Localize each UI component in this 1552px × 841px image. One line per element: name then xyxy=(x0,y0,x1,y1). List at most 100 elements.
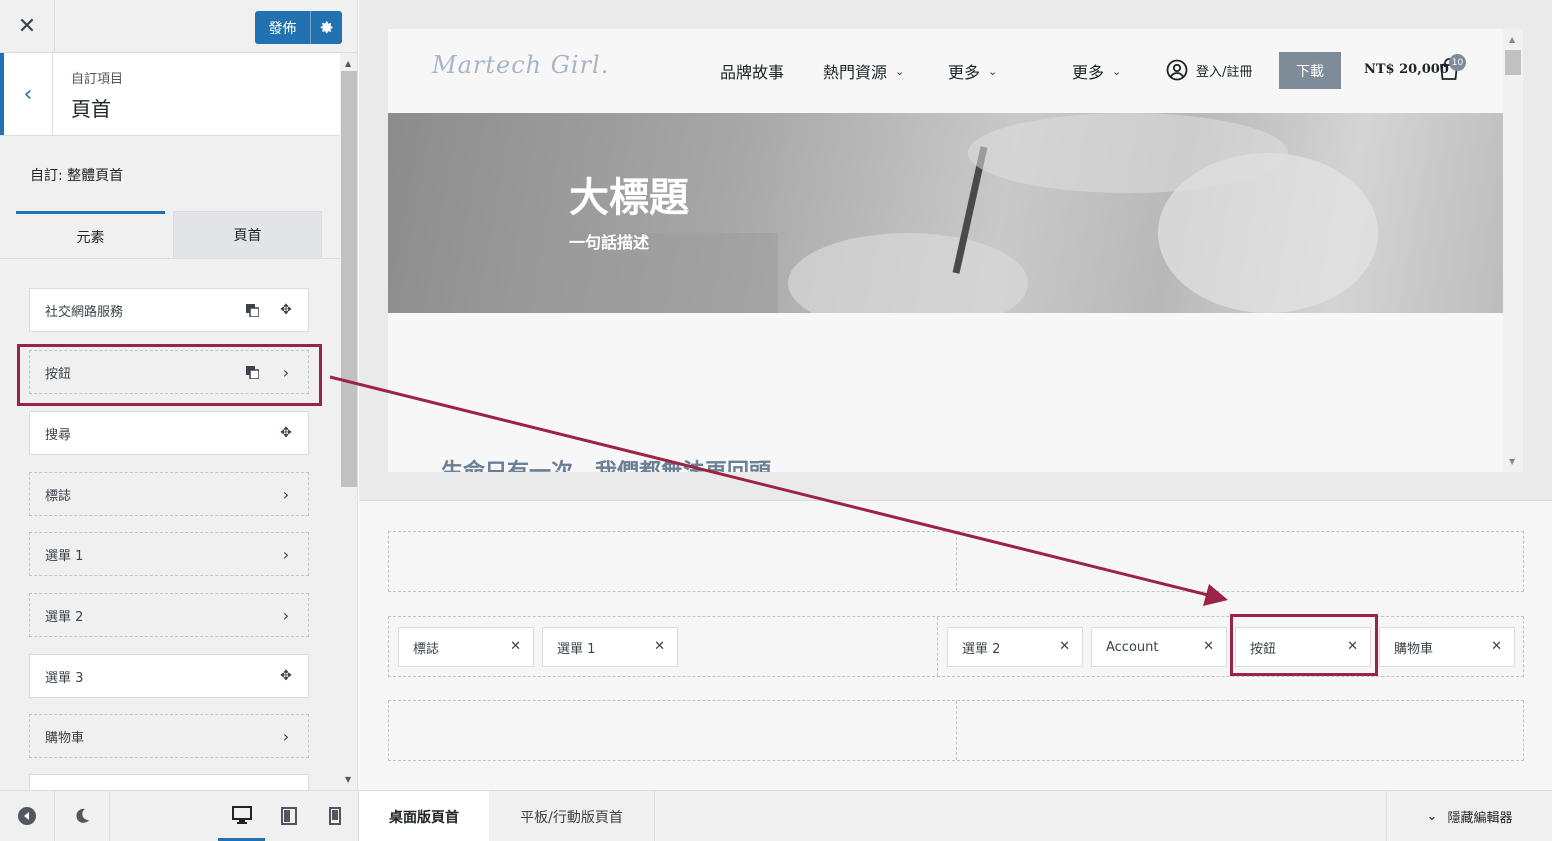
chevron-right-icon[interactable]: › xyxy=(278,363,294,382)
chip-label: 選單 2 xyxy=(962,641,1001,657)
login-link[interactable]: 登入/註冊 xyxy=(1166,59,1252,81)
close-icon: ✕ xyxy=(17,14,37,39)
element-item-menu-1[interactable]: 選單 1 › xyxy=(29,532,309,576)
tablet-icon xyxy=(281,807,297,825)
breadcrumb: 自訂項目 xyxy=(71,72,124,87)
element-label: 選單 3 xyxy=(45,670,84,686)
element-item-logo[interactable]: 標誌 › xyxy=(29,472,309,516)
element-item-button[interactable]: 按鈕 › xyxy=(29,350,309,394)
cart-total: NT$ 20,000 xyxy=(1364,62,1449,77)
element-item-menu-2[interactable]: 選單 2 › xyxy=(29,593,309,637)
element-item-menu-3[interactable]: 選單 3 ✥ xyxy=(29,654,309,698)
moon-icon xyxy=(76,808,89,823)
builder-row-top[interactable] xyxy=(388,531,1524,592)
sidebar-header: ✕ 發佈 xyxy=(0,0,357,53)
element-item-social[interactable]: 社交網路服務 ✥ xyxy=(29,288,309,332)
scroll-up-icon[interactable]: ▲ xyxy=(1509,35,1515,44)
download-label: 下載 xyxy=(1296,63,1324,80)
tab-desktop-header[interactable]: 桌面版頁首 xyxy=(359,791,489,841)
move-icon[interactable]: ✥ xyxy=(278,668,294,684)
element-label: 按鈕 xyxy=(45,366,72,382)
element-item-cart[interactable]: 購物車 › xyxy=(29,714,309,758)
element-label: 選單 2 xyxy=(45,609,84,625)
element-item-partial[interactable] xyxy=(29,774,309,790)
publish-settings-gear-icon[interactable] xyxy=(311,20,342,35)
builder-row-bottom[interactable] xyxy=(388,700,1524,761)
logo-text: Martech Girl. xyxy=(432,51,610,79)
builder-chip-logo[interactable]: 標誌 ✕ xyxy=(398,627,534,667)
download-button[interactable]: 下載 xyxy=(1279,52,1341,89)
section-heading: 生命只有一次，我們都無法再回頭 xyxy=(441,454,771,472)
remove-icon[interactable]: ✕ xyxy=(1347,639,1358,654)
hero-banner: 大標題 一句話描述 xyxy=(388,113,1503,313)
publish-button[interactable]: 發佈 xyxy=(255,11,342,44)
chevron-right-icon[interactable]: › xyxy=(278,727,294,746)
builder-row-main[interactable]: 標誌 ✕ 選單 1 ✕ 選單 2 ✕ Account ✕ 按鈕 ✕ 購物車 ✕ xyxy=(388,616,1524,677)
chevron-right-icon[interactable]: › xyxy=(278,485,294,504)
back-button[interactable]: ‹ xyxy=(0,53,53,135)
move-icon[interactable]: ✥ xyxy=(278,425,294,441)
chevron-left-icon: ‹ xyxy=(23,81,33,107)
collapse-sidebar-button[interactable] xyxy=(0,791,55,841)
chevron-down-icon: ⌄ xyxy=(1426,809,1438,824)
site-preview-area: Martech Girl. 品牌故事 熱門資源 ⌄ 更多 ⌄ 更多 ⌄ 登入/註… xyxy=(359,0,1552,500)
builder-chip-menu-1[interactable]: 選單 1 ✕ xyxy=(542,627,678,667)
chevron-right-icon[interactable]: › xyxy=(278,606,294,625)
element-label: 購物車 xyxy=(45,730,85,746)
nav-item-brand-story[interactable]: 品牌故事 xyxy=(720,59,784,83)
preview-scrollbar[interactable]: ▲ ▼ xyxy=(1503,29,1523,472)
tab-mobile-header[interactable]: 平板/行動版頁首 xyxy=(489,791,655,841)
nav-item-more-1[interactable]: 更多 ⌄ xyxy=(948,59,997,83)
builder-chip-account[interactable]: Account ✕ xyxy=(1091,627,1227,667)
nav-item-more-2[interactable]: 更多 ⌄ xyxy=(1072,59,1121,83)
preview-tablet-button[interactable] xyxy=(266,791,312,841)
tab-header[interactable]: 頁首 xyxy=(173,211,322,259)
customizer-sidebar: ✕ 發佈 ‹ 自訂項目 頁首 自訂: 整體頁首 元素 頁首 社交網路服務 ✥ 按… xyxy=(0,0,358,790)
hide-editor-button[interactable]: ⌄ 隱藏編輯器 xyxy=(1386,791,1552,841)
element-label: 搜尋 xyxy=(45,427,72,443)
builder-chip-cart[interactable]: 購物車 ✕ xyxy=(1379,627,1515,667)
nav-label: 熱門資源 xyxy=(823,63,888,82)
nav-label: 品牌故事 xyxy=(720,63,785,82)
scroll-down-icon[interactable]: ▼ xyxy=(345,775,351,784)
dark-mode-button[interactable] xyxy=(55,791,110,841)
builder-chip-menu-2[interactable]: 選單 2 ✕ xyxy=(947,627,1083,667)
header-builder: 標誌 ✕ 選單 1 ✕ 選單 2 ✕ Account ✕ 按鈕 ✕ 購物車 ✕ xyxy=(359,500,1552,790)
remove-icon[interactable]: ✕ xyxy=(1491,639,1502,654)
chip-label: 選單 1 xyxy=(557,641,596,657)
remove-icon[interactable]: ✕ xyxy=(654,639,665,654)
sidebar-tabs: 元素 頁首 xyxy=(16,211,322,259)
smartphone-icon xyxy=(329,807,341,825)
element-label: 選單 1 xyxy=(45,548,84,564)
chevron-down-icon: ⌄ xyxy=(1112,64,1122,78)
builder-chip-button[interactable]: 按鈕 ✕ xyxy=(1235,627,1371,667)
duplicate-icon[interactable] xyxy=(244,302,260,318)
scrollbar-thumb[interactable] xyxy=(341,71,357,487)
hide-editor-label: 隱藏編輯器 xyxy=(1447,811,1513,826)
publish-label: 發佈 xyxy=(268,20,297,37)
scroll-down-icon[interactable]: ▼ xyxy=(1509,457,1515,466)
hero-background-image xyxy=(518,113,1378,313)
nav-label: 更多 xyxy=(948,63,981,82)
chip-label: Account xyxy=(1106,639,1159,655)
close-customizer-button[interactable]: ✕ xyxy=(0,0,55,53)
hero-title: 大標題 xyxy=(569,175,689,221)
sidebar-scrollbar[interactable]: ▲ ▼ xyxy=(340,53,357,790)
preview-mobile-button[interactable] xyxy=(312,791,358,841)
remove-icon[interactable]: ✕ xyxy=(1203,639,1214,654)
site-logo[interactable]: Martech Girl. xyxy=(432,51,609,79)
nav-item-resources[interactable]: 熱門資源 ⌄ xyxy=(823,59,904,83)
chip-label: 按鈕 xyxy=(1250,641,1277,657)
scrollbar-thumb[interactable] xyxy=(1505,50,1521,75)
preview-desktop-button[interactable] xyxy=(218,791,265,841)
scroll-up-icon[interactable]: ▲ xyxy=(345,59,351,68)
remove-icon[interactable]: ✕ xyxy=(510,639,521,654)
cart-count-badge: 10 xyxy=(1449,54,1466,71)
move-icon[interactable]: ✥ xyxy=(278,302,294,318)
duplicate-icon[interactable] xyxy=(244,364,260,380)
remove-icon[interactable]: ✕ xyxy=(1059,639,1070,654)
tab-elements[interactable]: 元素 xyxy=(16,211,165,259)
chevron-right-icon[interactable]: › xyxy=(278,545,294,564)
element-item-search[interactable]: 搜尋 ✥ xyxy=(29,411,309,455)
chevron-down-icon: ⌄ xyxy=(988,64,998,78)
